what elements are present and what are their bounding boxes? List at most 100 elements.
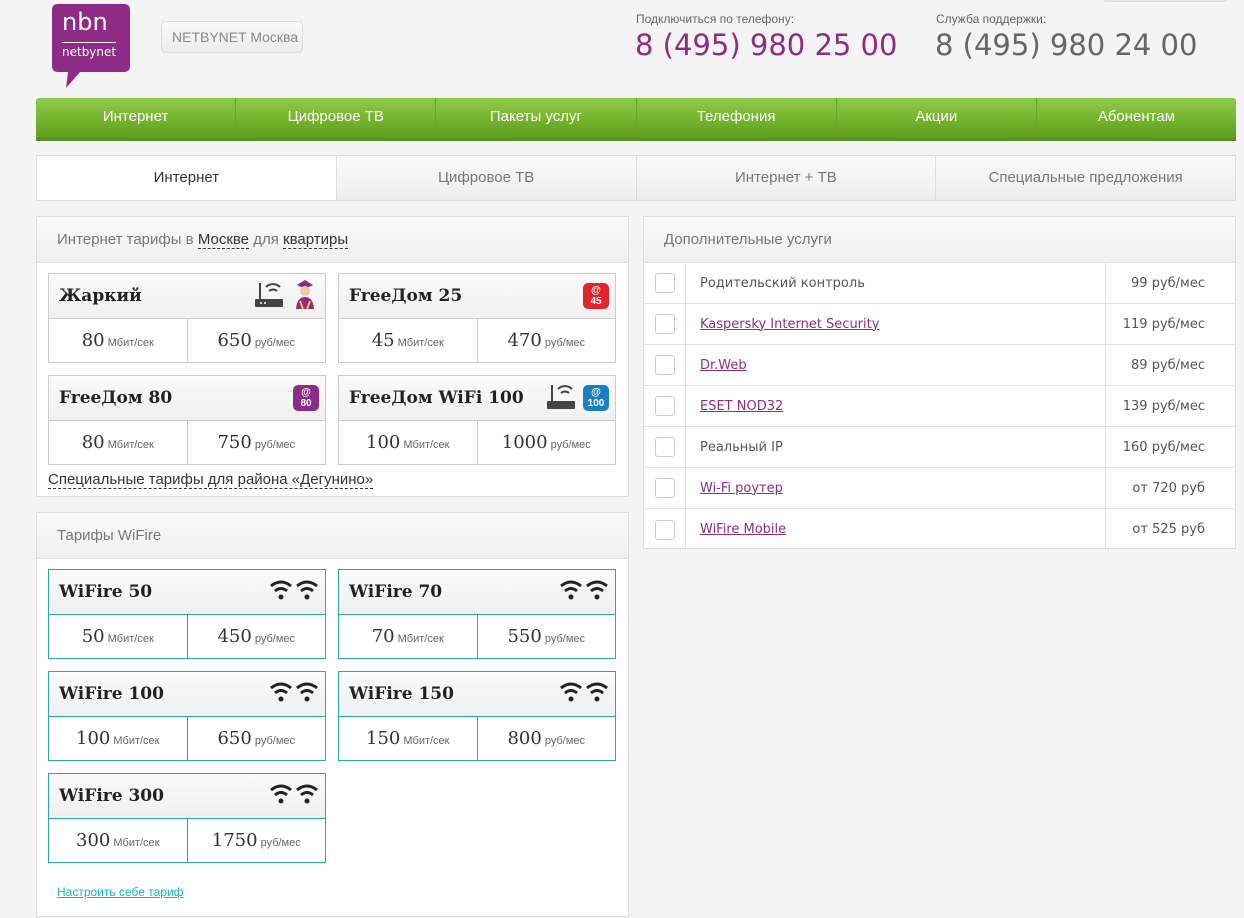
service-link[interactable]: Kaspersky Internet Security bbox=[700, 317, 879, 332]
freedom-100-badge-icon: @100 bbox=[583, 385, 609, 411]
service-link[interactable]: Wi-Fi роутер bbox=[700, 481, 783, 496]
tariff-price: 550 bbox=[507, 626, 542, 647]
wifire-card-70[interactable]: WiFire 70 70 Мбит/сек 550 руб/мес bbox=[338, 569, 616, 659]
logo-bottom-text: netbynet bbox=[62, 42, 117, 59]
service-row: Реальный IP 160 руб/мес bbox=[644, 427, 1235, 468]
tariff-price: 800 bbox=[507, 728, 542, 749]
badge-label: 80 bbox=[300, 398, 312, 409]
speed-unit: Мбит/сек bbox=[107, 439, 154, 451]
tariff-speed: 100 bbox=[366, 432, 401, 453]
router-icon bbox=[253, 279, 285, 314]
service-name: Родительский контроль bbox=[700, 275, 865, 291]
top-scroll-pill bbox=[1100, 0, 1230, 2]
service-checkbox[interactable] bbox=[654, 314, 675, 334]
tariff-name: FreeДом 25 bbox=[349, 286, 463, 306]
service-price: 89 руб/мес bbox=[1105, 345, 1235, 385]
service-link[interactable]: ESET NOD32 bbox=[700, 399, 783, 414]
tariff-speed: 300 bbox=[76, 830, 111, 851]
wifire-card-150[interactable]: WiFire 150 150 Мбит/сек 800 руб/мес bbox=[338, 671, 616, 761]
main-nav: Интернет Цифровое ТВ Пакеты услуг Телефо… bbox=[36, 98, 1236, 138]
netbynet-logo[interactable]: nbn netbynet bbox=[52, 4, 130, 88]
services-panel-header: Дополнительные услуги bbox=[644, 217, 1235, 263]
main-nav-promotions[interactable]: Акции bbox=[837, 98, 1037, 138]
router-icon bbox=[545, 381, 577, 416]
speed-unit: Мбит/сек bbox=[397, 337, 444, 349]
badge-label: 100 bbox=[587, 398, 605, 409]
price-unit: руб/мес bbox=[254, 633, 295, 645]
support-phone-number[interactable]: 8 (495) 980 24 00 bbox=[935, 28, 1197, 62]
internet-panel-header: Интернет тарифы в Москве для квартиры bbox=[37, 217, 628, 263]
internet-tariffs-panel: Интернет тарифы в Москве для квартиры Жа… bbox=[36, 216, 629, 497]
tariff-price: 470 bbox=[507, 330, 542, 351]
price-unit: руб/мес bbox=[544, 633, 585, 645]
service-checkbox[interactable] bbox=[654, 396, 675, 416]
tariff-speed: 50 bbox=[81, 626, 105, 647]
wifire-logo-icon bbox=[269, 680, 319, 709]
main-nav-internet[interactable]: Интернет bbox=[36, 98, 237, 138]
tariff-price: 1000 bbox=[501, 432, 548, 453]
service-checkbox[interactable] bbox=[654, 478, 675, 498]
wifire-logo-icon bbox=[559, 680, 609, 709]
speed-unit: Мбит/сек bbox=[113, 837, 160, 849]
tariff-name: WiFire 50 bbox=[59, 582, 153, 602]
wifire-card-50[interactable]: WiFire 50 50 Мбит/сек 450 руб/мес bbox=[48, 569, 326, 659]
tariff-card-freedom-wifi-100[interactable]: FreeДом WiFi 100 @100 100 Мбит/сек 1000 ру… bbox=[338, 375, 616, 465]
freedom-45-badge-icon: @45 bbox=[583, 283, 609, 309]
price-unit: руб/мес bbox=[254, 439, 295, 451]
custom-tariff-link[interactable]: Настроить себе тариф bbox=[57, 885, 184, 899]
service-checkbox[interactable] bbox=[654, 519, 675, 540]
speed-unit: Мбит/сек bbox=[107, 633, 154, 645]
tariff-speed: 80 bbox=[81, 330, 105, 351]
tariff-price: 650 bbox=[217, 330, 252, 351]
tariff-card-freedom-25[interactable]: FreeДом 25 @45 45 Мбит/сек 470 руб/мес bbox=[338, 273, 616, 363]
main-nav-digital-tv[interactable]: Цифровое ТВ bbox=[236, 98, 437, 138]
tariff-price: 650 bbox=[217, 728, 252, 749]
service-price: от 720 руб bbox=[1105, 468, 1235, 508]
tariff-name: WiFire 70 bbox=[349, 582, 443, 602]
tab-internet-tv[interactable]: Интернет + ТВ bbox=[637, 156, 937, 200]
service-link[interactable]: Dr.Web bbox=[700, 358, 747, 373]
support-phone-caption: Служба поддержки: bbox=[936, 12, 1047, 26]
tariff-card-freedom-80[interactable]: FreeДом 80 @80 80 Мбит/сек 750 руб/мес bbox=[48, 375, 326, 465]
main-nav-subscribers[interactable]: Абонентам bbox=[1037, 98, 1236, 138]
tariff-price: 450 bbox=[217, 626, 252, 647]
service-row: Родительский контроль 99 руб/мес bbox=[644, 263, 1235, 304]
main-nav-telephony[interactable]: Телефония bbox=[637, 98, 837, 138]
service-row: ESET NOD32 139 руб/мес bbox=[644, 386, 1235, 427]
tariff-speed: 45 bbox=[371, 330, 395, 351]
wifire-tariffs-panel: Тарифы WiFire WiFire 50 50 Мбит/сек 450 ру… bbox=[36, 512, 629, 917]
wifire-card-300[interactable]: WiFire 300 300 Мбит/сек 1750 руб/мес bbox=[48, 773, 326, 863]
tariff-name: FreeДом 80 bbox=[59, 388, 173, 408]
service-checkbox[interactable] bbox=[654, 273, 675, 293]
tab-digital-tv[interactable]: Цифровое ТВ bbox=[337, 156, 637, 200]
speed-unit: Мбит/сек bbox=[397, 633, 444, 645]
service-price: 99 руб/мес bbox=[1105, 263, 1235, 303]
service-row: Wi-Fi роутер от 720 руб bbox=[644, 468, 1235, 509]
service-row: Kaspersky Internet Security 119 руб/мес bbox=[644, 304, 1235, 345]
service-link[interactable]: WiFire Mobile bbox=[700, 522, 786, 537]
tab-internet[interactable]: Интернет bbox=[37, 156, 337, 200]
wifire-card-100[interactable]: WiFire 100 100 Мбит/сек 650 руб/мес bbox=[48, 671, 326, 761]
region-select-button[interactable]: NETBYNET Москва bbox=[161, 21, 303, 53]
sales-phone-number[interactable]: 8 (495) 980 25 00 bbox=[635, 28, 897, 62]
tariff-name: Жаркий bbox=[59, 286, 142, 306]
service-price: 160 руб/мес bbox=[1105, 427, 1235, 467]
special-tariffs-link[interactable]: Специальные тарифы для района «Дегунино» bbox=[48, 471, 374, 489]
service-checkbox[interactable] bbox=[654, 355, 675, 375]
additional-services-panel: Дополнительные услуги Родительский контр… bbox=[643, 216, 1236, 550]
tariff-name: WiFire 150 bbox=[349, 684, 454, 704]
service-name: Реальный IP bbox=[700, 439, 783, 455]
service-checkbox[interactable] bbox=[654, 437, 675, 457]
city-select[interactable]: Москве bbox=[197, 231, 250, 249]
speed-unit: Мбит/сек bbox=[403, 439, 450, 451]
price-unit: руб/мес bbox=[260, 837, 301, 849]
wifire-panel-header: Тарифы WiFire bbox=[37, 513, 628, 559]
speed-unit: Мбит/сек bbox=[107, 337, 154, 349]
main-nav-packages[interactable]: Пакеты услуг bbox=[436, 98, 637, 138]
housing-select[interactable]: квартиры bbox=[283, 231, 349, 249]
speed-unit: Мбит/сек bbox=[113, 735, 160, 747]
internet-panel-title: Интернет тарифы в bbox=[57, 231, 194, 248]
tariff-card-zharkiy[interactable]: Жаркий 80 Мбит/сек 650 руб/мес bbox=[48, 273, 326, 363]
tab-special-offers[interactable]: Специальные предложения bbox=[936, 156, 1235, 200]
service-price: от 525 руб bbox=[1105, 509, 1235, 550]
